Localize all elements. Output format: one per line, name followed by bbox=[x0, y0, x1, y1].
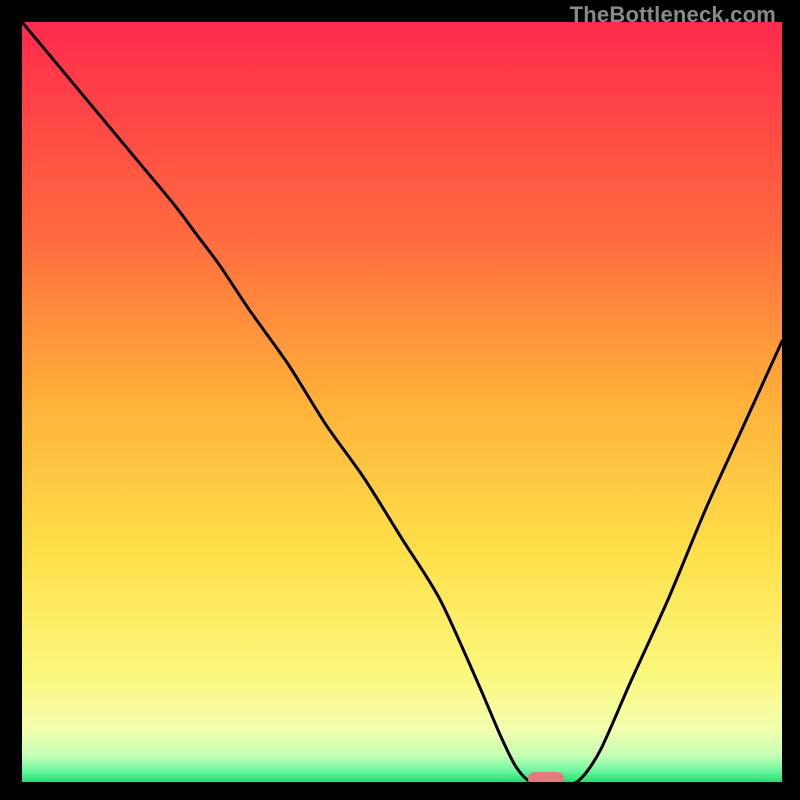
watermark-label: TheBottleneck.com bbox=[570, 2, 776, 28]
chart-frame: TheBottleneck.com bbox=[0, 0, 800, 800]
bottleneck-curve bbox=[22, 22, 782, 782]
optimal-marker bbox=[528, 772, 564, 782]
plot-area bbox=[22, 22, 782, 782]
